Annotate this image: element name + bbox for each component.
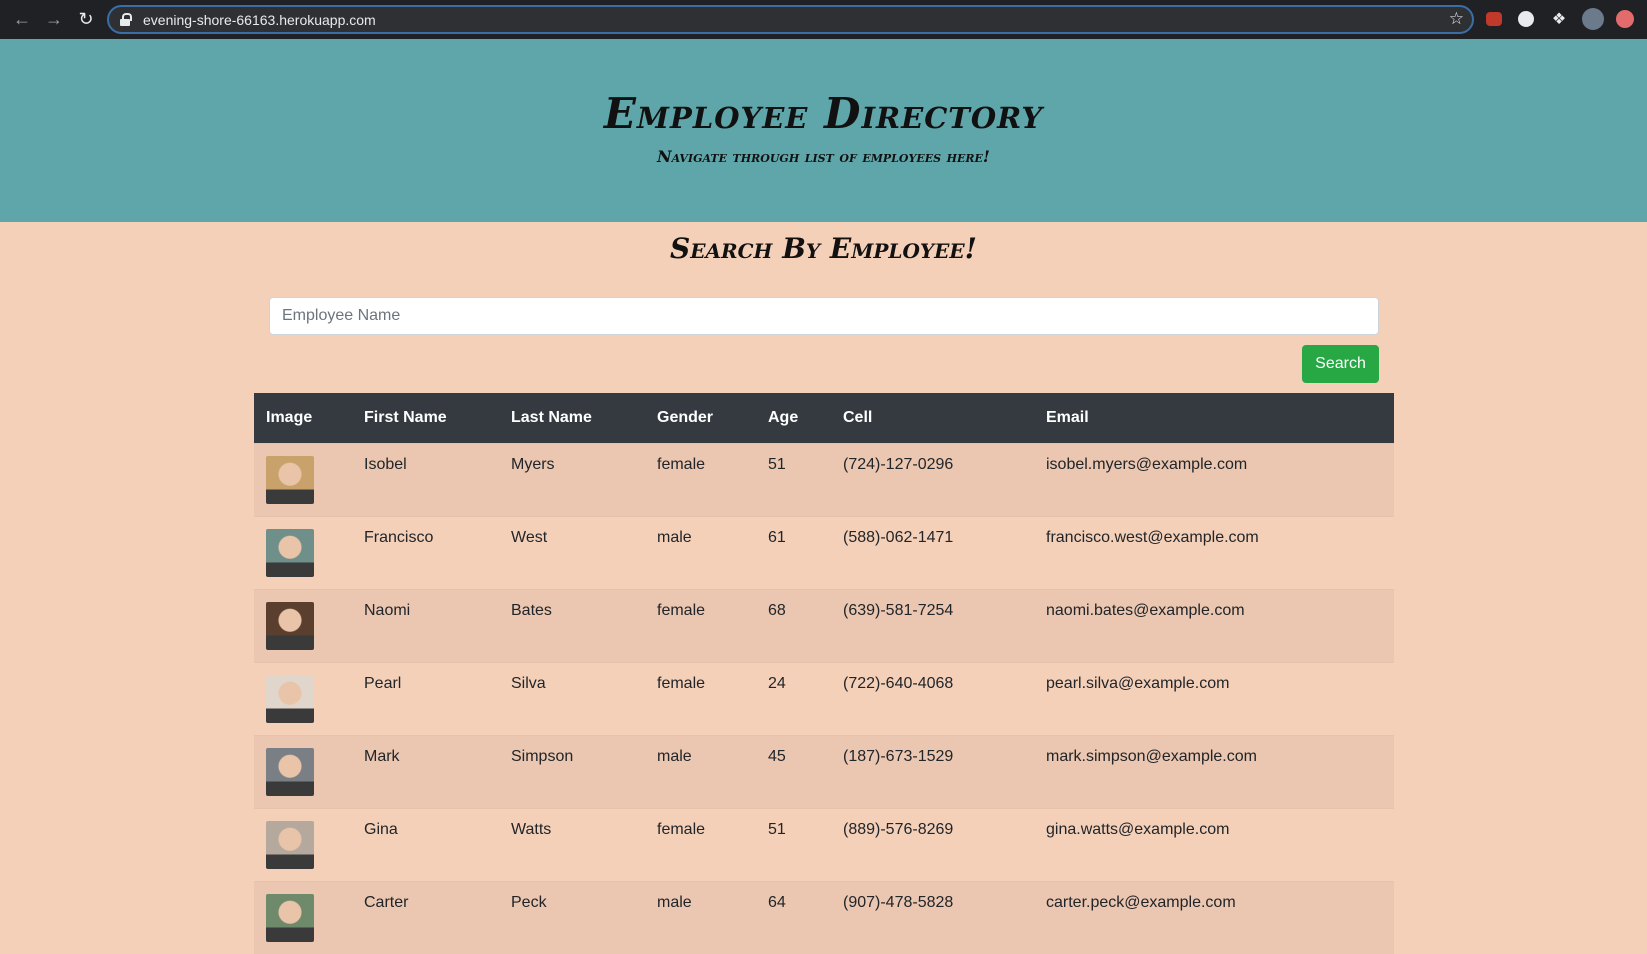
cell-phone: (639)-581-7254 (831, 588, 1034, 662)
avatar[interactable] (1582, 8, 1604, 30)
cell-gender: female (645, 442, 756, 516)
table-row: Mark Simpson male 45 (187)-673-1529 mark.simp… (254, 734, 1394, 808)
cell-phone: (187)-673-1529 (831, 734, 1034, 808)
employee-photo (266, 601, 314, 650)
table-row: Francisco West male 61 (588)-062-1471 francis… (254, 515, 1394, 589)
cell-gender: male (645, 515, 756, 589)
cell-age: 51 (756, 442, 831, 516)
cell-image (254, 880, 352, 954)
table-row: Gina Watts female 51 (889)-576-8269 gina.watt… (254, 807, 1394, 881)
cell-gender: male (645, 880, 756, 954)
browser-toolbar: ← → ↻ evening-shore-66163.herokuapp.com … (0, 0, 1647, 39)
cell-gender: female (645, 588, 756, 662)
cell-age: 51 (756, 807, 831, 881)
extension-alert-icon[interactable] (1616, 10, 1634, 28)
table-row: Naomi Bates female 68 (639)-581-7254 naomi.ba… (254, 588, 1394, 662)
cell-gender: female (645, 661, 756, 735)
cell-age: 64 (756, 880, 831, 954)
address-bar[interactable]: evening-shore-66163.herokuapp.com ☆ (107, 5, 1474, 34)
page-subtitle: Navigate through list of employees here! (657, 147, 990, 166)
column-header-cell[interactable]: Cell (831, 393, 1034, 443)
cell-phone: (889)-576-8269 (831, 807, 1034, 881)
cell-phone: (724)-127-0296 (831, 442, 1034, 516)
page-title: Employee Directory (603, 89, 1044, 138)
cell-gender: male (645, 734, 756, 808)
column-header-image[interactable]: Image (254, 393, 352, 443)
search-heading: Search By Employee! (670, 232, 977, 265)
cell-last-name: Peck (499, 880, 645, 954)
column-header-last-name[interactable]: Last Name (499, 393, 645, 443)
table-row: Isobel Myers female 51 (724)-127-0296 isobel.… (254, 442, 1394, 516)
cell-first-name: Isobel (352, 442, 499, 516)
cell-last-name: West (499, 515, 645, 589)
table-row: Carter Peck male 64 (907)-478-5828 carter.pec… (254, 880, 1394, 954)
table-header-row: Image First Name Last Name Gender Age Ce… (254, 393, 1394, 443)
cell-email: naomi.bates@example.com (1034, 588, 1394, 662)
employee-photo (266, 674, 314, 723)
cell-phone: (588)-062-1471 (831, 515, 1034, 589)
page-header: Employee Directory Navigate through list… (0, 39, 1647, 222)
employee-photo (266, 747, 314, 796)
employee-photo (266, 528, 314, 577)
column-header-email[interactable]: Email (1034, 393, 1394, 443)
cell-age: 68 (756, 588, 831, 662)
cell-image (254, 588, 352, 662)
search-input[interactable] (269, 297, 1379, 335)
reload-icon[interactable]: ↻ (70, 0, 102, 39)
cell-first-name: Naomi (352, 588, 499, 662)
cell-last-name: Silva (499, 661, 645, 735)
cell-image (254, 661, 352, 735)
cell-email: francisco.west@example.com (1034, 515, 1394, 589)
cell-last-name: Myers (499, 442, 645, 516)
employee-photo (266, 820, 314, 869)
extension-globe-icon[interactable] (1518, 11, 1534, 27)
cell-age: 24 (756, 661, 831, 735)
cell-email: mark.simpson@example.com (1034, 734, 1394, 808)
cell-age: 45 (756, 734, 831, 808)
search-button[interactable]: Search (1302, 345, 1379, 383)
cell-image (254, 734, 352, 808)
cell-first-name: Francisco (352, 515, 499, 589)
puzzle-icon[interactable]: ❖ (1549, 9, 1569, 29)
extension-record-icon[interactable] (1486, 12, 1502, 26)
cell-last-name: Bates (499, 588, 645, 662)
column-header-first-name[interactable]: First Name (352, 393, 499, 443)
cell-last-name: Simpson (499, 734, 645, 808)
arrow-left-icon[interactable]: ← (6, 0, 38, 39)
cell-first-name: Gina (352, 807, 499, 881)
employee-table: Image First Name Last Name Gender Age Ce… (254, 393, 1394, 954)
cell-image (254, 442, 352, 516)
star-icon[interactable]: ☆ (1449, 9, 1464, 29)
employee-photo (266, 893, 314, 942)
cell-phone: (722)-640-4068 (831, 661, 1034, 735)
arrow-right-icon[interactable]: → (38, 0, 70, 39)
cell-age: 61 (756, 515, 831, 589)
cell-first-name: Pearl (352, 661, 499, 735)
column-header-gender[interactable]: Gender (645, 393, 756, 443)
cell-last-name: Watts (499, 807, 645, 881)
cell-first-name: Carter (352, 880, 499, 954)
cell-email: carter.peck@example.com (1034, 880, 1394, 954)
lock-icon (119, 12, 133, 27)
cell-email: pearl.silva@example.com (1034, 661, 1394, 735)
cell-image (254, 515, 352, 589)
table-row: Pearl Silva female 24 (722)-640-4068 pearl.si… (254, 661, 1394, 735)
cell-gender: female (645, 807, 756, 881)
cell-email: gina.watts@example.com (1034, 807, 1394, 881)
cell-phone: (907)-478-5828 (831, 880, 1034, 954)
employee-photo (266, 455, 314, 504)
url-text: evening-shore-66163.herokuapp.com (143, 11, 376, 28)
cell-image (254, 807, 352, 881)
cell-email: isobel.myers@example.com (1034, 442, 1394, 516)
column-header-age[interactable]: Age (756, 393, 831, 443)
cell-first-name: Mark (352, 734, 499, 808)
